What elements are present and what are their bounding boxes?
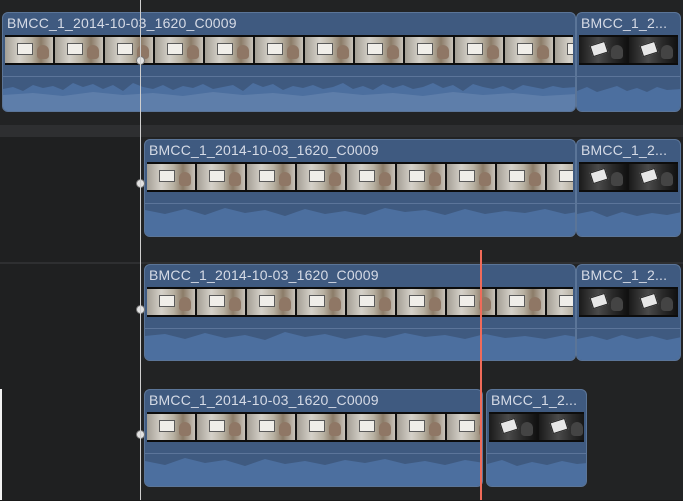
- audio-waveform: [577, 211, 680, 236]
- video-filmstrip: [147, 162, 573, 192]
- track-gap: [0, 125, 683, 137]
- audio-waveform: [145, 208, 575, 236]
- video-filmstrip: [489, 412, 584, 442]
- video-filmstrip: [579, 162, 678, 192]
- video-filmstrip: [579, 287, 678, 317]
- audio-waveform: [577, 335, 680, 360]
- clip-title: BMCC_1_2014-10-03_1620_C0009: [149, 142, 379, 158]
- empty-timeline-area: [0, 264, 140, 389]
- audio-waveform: [145, 332, 575, 360]
- playhead-line[interactable]: [140, 0, 141, 500]
- audio-waveform: [487, 460, 586, 486]
- empty-timeline-area: [0, 137, 140, 262]
- primary-clip[interactable]: BMCC_1_2014-10-03_1620_C0009: [144, 139, 576, 237]
- video-filmstrip: [5, 35, 573, 65]
- empty-timeline-area: [0, 389, 140, 500]
- audio-waveform: [145, 458, 482, 486]
- audio-waveform: [3, 83, 575, 111]
- clip-title: BMCC_1_2...: [581, 15, 668, 31]
- skimmer-line[interactable]: [480, 250, 482, 500]
- primary-clip[interactable]: BMCC_1_2014-10-03_1620_C0009: [144, 264, 576, 361]
- secondary-clip[interactable]: BMCC_1_2...: [486, 389, 587, 487]
- clip-title: BMCC_1_2...: [581, 267, 668, 283]
- timeline-panel-3: BMCC_1_2014-10-03_1620_C0009 BMCC_1_2...: [0, 264, 683, 390]
- clip-title: BMCC_1_2014-10-03_1620_C0009: [149, 392, 379, 408]
- audio-waveform: [577, 86, 680, 111]
- primary-clip[interactable]: BMCC_1_2014-10-03_1620_C0009: [2, 12, 576, 112]
- clip-title: BMCC_1_2...: [491, 392, 578, 408]
- clip-title: BMCC_1_2014-10-03_1620_C0009: [7, 15, 237, 31]
- timeline-panel-2: BMCC_1_2014-10-03_1620_C0009 BMCC_1_2...: [0, 137, 683, 263]
- timeline-panel-4: BMCC_1_2014-10-03_1620_C0009 BMCC_1_2...: [0, 389, 683, 501]
- secondary-clip[interactable]: BMCC_1_2...: [576, 139, 681, 237]
- secondary-clip[interactable]: BMCC_1_2...: [576, 12, 681, 112]
- clip-title: BMCC_1_2014-10-03_1620_C0009: [149, 267, 379, 283]
- secondary-clip[interactable]: BMCC_1_2...: [576, 264, 681, 361]
- window-edge: [0, 389, 2, 500]
- timeline-panel-1: BMCC_1_2014-10-03_1620_C0009 BMCC_1_2...: [0, 0, 683, 126]
- video-filmstrip: [147, 287, 573, 317]
- video-filmstrip: [147, 412, 480, 442]
- primary-clip[interactable]: BMCC_1_2014-10-03_1620_C0009: [144, 389, 483, 487]
- video-filmstrip: [579, 35, 678, 65]
- clip-title: BMCC_1_2...: [581, 142, 668, 158]
